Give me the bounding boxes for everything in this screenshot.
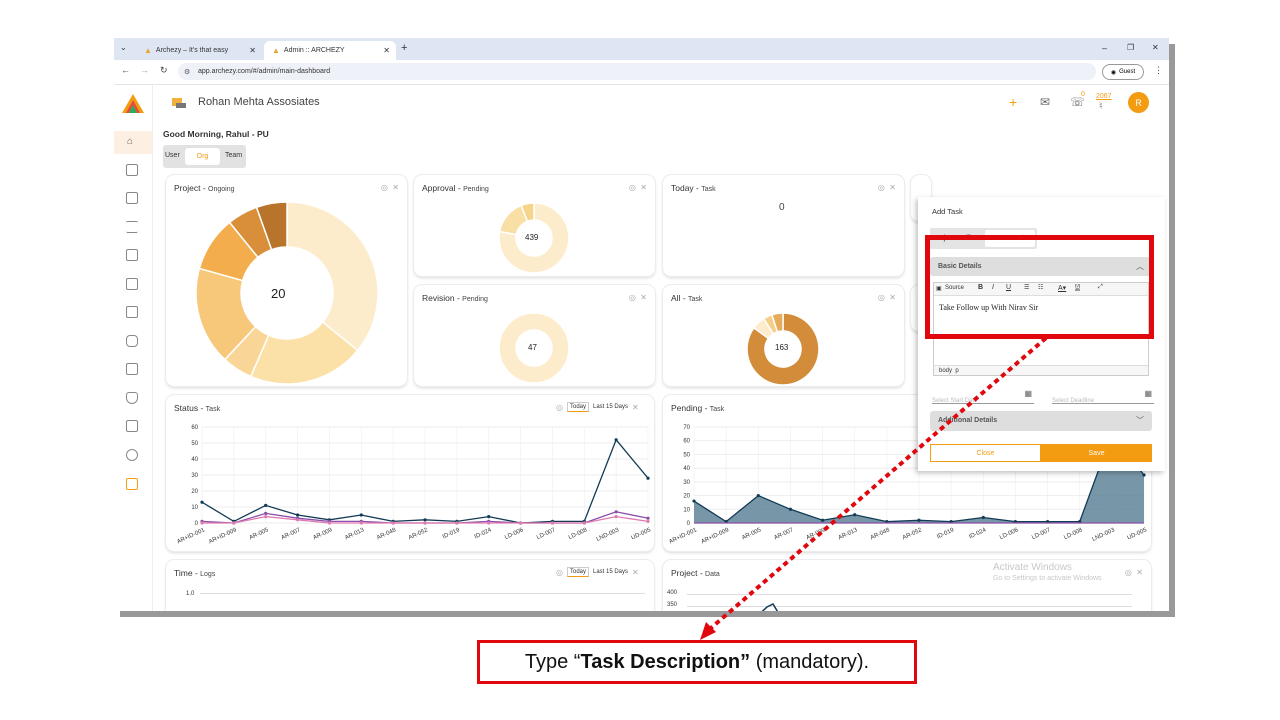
pointer-arrow xyxy=(700,336,1048,640)
callout-emphasis: Task Description” xyxy=(580,650,751,673)
callout-prefix: Type “ xyxy=(524,650,581,673)
instruction-callout: Type “Task Description” (mandatory). xyxy=(477,640,917,684)
callout-suffix: (mandatory). xyxy=(750,650,870,673)
